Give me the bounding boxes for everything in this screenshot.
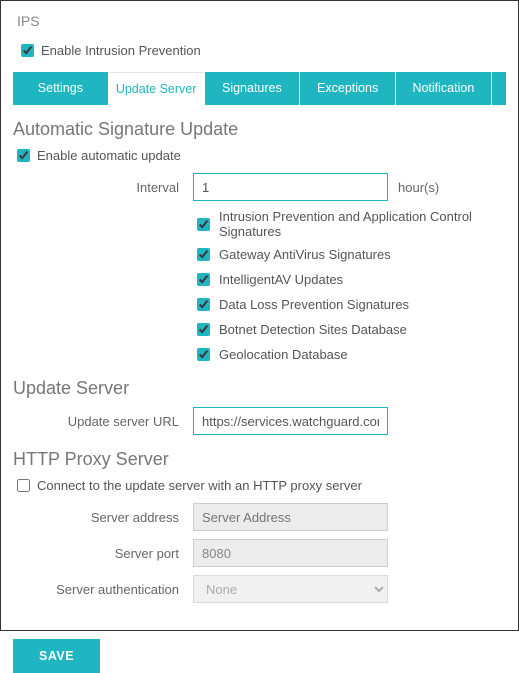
proxy-address-input bbox=[193, 503, 388, 531]
enable-ips-label: Enable Intrusion Prevention bbox=[41, 43, 201, 58]
proxy-heading: HTTP Proxy Server bbox=[13, 449, 506, 470]
tab-exceptions[interactable]: Exceptions bbox=[300, 72, 396, 105]
tab-settings[interactable]: Settings bbox=[13, 72, 109, 105]
save-button[interactable]: SAVE bbox=[13, 639, 100, 673]
proxy-port-label: Server port bbox=[13, 546, 193, 561]
enable-auto-update-label: Enable automatic update bbox=[37, 148, 181, 163]
lbl-intelligentav: IntelligentAV Updates bbox=[219, 272, 343, 287]
chk-ips-appcontrol[interactable] bbox=[197, 218, 210, 231]
lbl-gav: Gateway AntiVirus Signatures bbox=[219, 247, 391, 262]
interval-label: Interval bbox=[13, 180, 193, 195]
page-title: IPS bbox=[17, 13, 506, 29]
chk-botnet[interactable] bbox=[197, 323, 210, 336]
tab-signatures[interactable]: Signatures bbox=[205, 72, 301, 105]
proxy-auth-select: None bbox=[193, 575, 388, 603]
chk-geolocation[interactable] bbox=[197, 348, 210, 361]
proxy-address-label: Server address bbox=[13, 510, 193, 525]
tab-overflow[interactable] bbox=[492, 72, 506, 105]
proxy-connect-checkbox[interactable] bbox=[17, 479, 30, 492]
proxy-connect-label: Connect to the update server with an HTT… bbox=[37, 478, 362, 493]
interval-unit: hour(s) bbox=[398, 180, 439, 195]
chk-dlp[interactable] bbox=[197, 298, 210, 311]
tab-notification[interactable]: Notification bbox=[396, 72, 492, 105]
tab-update-server[interactable]: Update Server bbox=[109, 72, 205, 105]
interval-input[interactable] bbox=[193, 173, 388, 201]
chk-gav[interactable] bbox=[197, 248, 210, 261]
lbl-ips-appcontrol: Intrusion Prevention and Application Con… bbox=[219, 209, 506, 239]
enable-auto-update-checkbox[interactable] bbox=[17, 149, 30, 162]
lbl-geolocation: Geolocation Database bbox=[219, 347, 348, 362]
tab-bar: Settings Update Server Signatures Except… bbox=[13, 72, 506, 105]
enable-ips-checkbox[interactable] bbox=[21, 44, 34, 57]
update-server-heading: Update Server bbox=[13, 378, 506, 399]
lbl-botnet: Botnet Detection Sites Database bbox=[219, 322, 407, 337]
chk-intelligentav[interactable] bbox=[197, 273, 210, 286]
update-url-input[interactable] bbox=[193, 407, 388, 435]
update-url-label: Update server URL bbox=[13, 414, 193, 429]
signature-type-list: Intrusion Prevention and Application Con… bbox=[193, 209, 506, 364]
auto-sig-heading: Automatic Signature Update bbox=[13, 119, 506, 140]
proxy-auth-label: Server authentication bbox=[13, 582, 193, 597]
proxy-port-input bbox=[193, 539, 388, 567]
lbl-dlp: Data Loss Prevention Signatures bbox=[219, 297, 409, 312]
